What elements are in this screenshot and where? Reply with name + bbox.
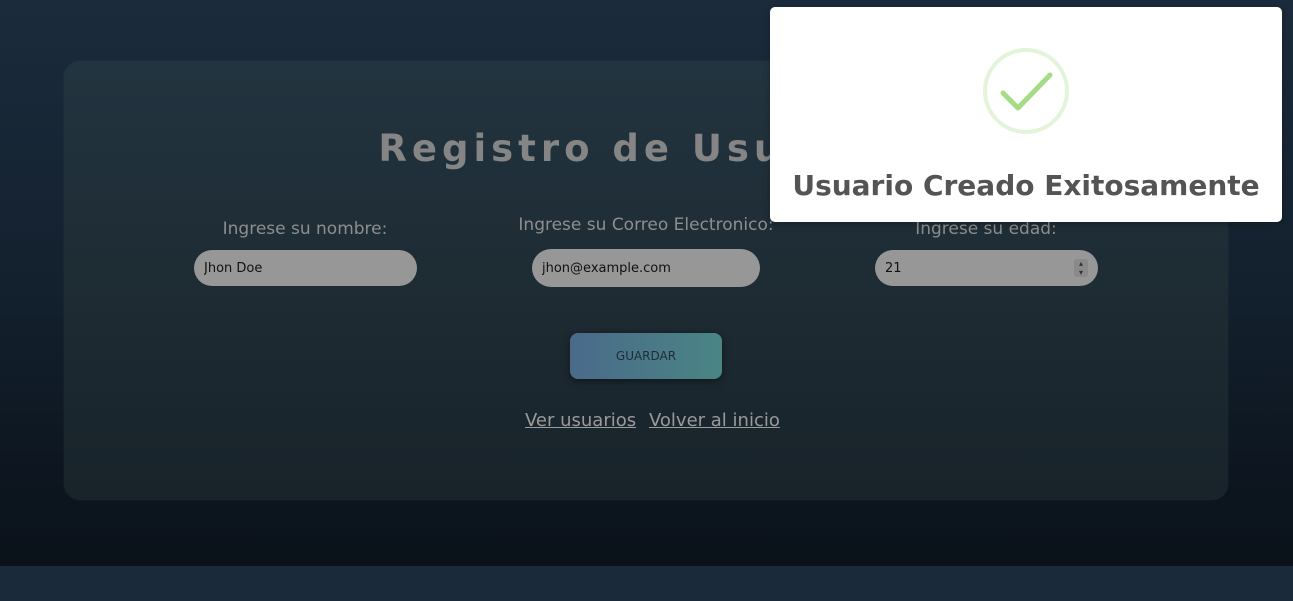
email-field[interactable] [532, 249, 760, 287]
age-stepper[interactable]: ▴ ▾ [1074, 259, 1088, 277]
success-check-icon [983, 48, 1069, 134]
email-label: Ingrese su Correo Electronico: [518, 215, 774, 235]
success-toast: Usuario Creado Exitosamente [770, 7, 1282, 222]
age-field[interactable] [875, 250, 1098, 286]
name-field[interactable] [194, 250, 417, 286]
name-label: Ingrese su nombre: [222, 219, 388, 239]
save-button[interactable]: GUARDAR [570, 333, 722, 379]
view-users-link[interactable]: Ver usuarios [525, 410, 636, 431]
footer-strip [0, 566, 1293, 601]
toast-message: Usuario Creado Exitosamente [792, 169, 1260, 202]
age-field-wrapper: ▴▾ [875, 250, 1098, 286]
age-label: Ingrese su edad: [915, 219, 1057, 239]
back-home-link[interactable]: Volver al inicio [649, 410, 780, 431]
